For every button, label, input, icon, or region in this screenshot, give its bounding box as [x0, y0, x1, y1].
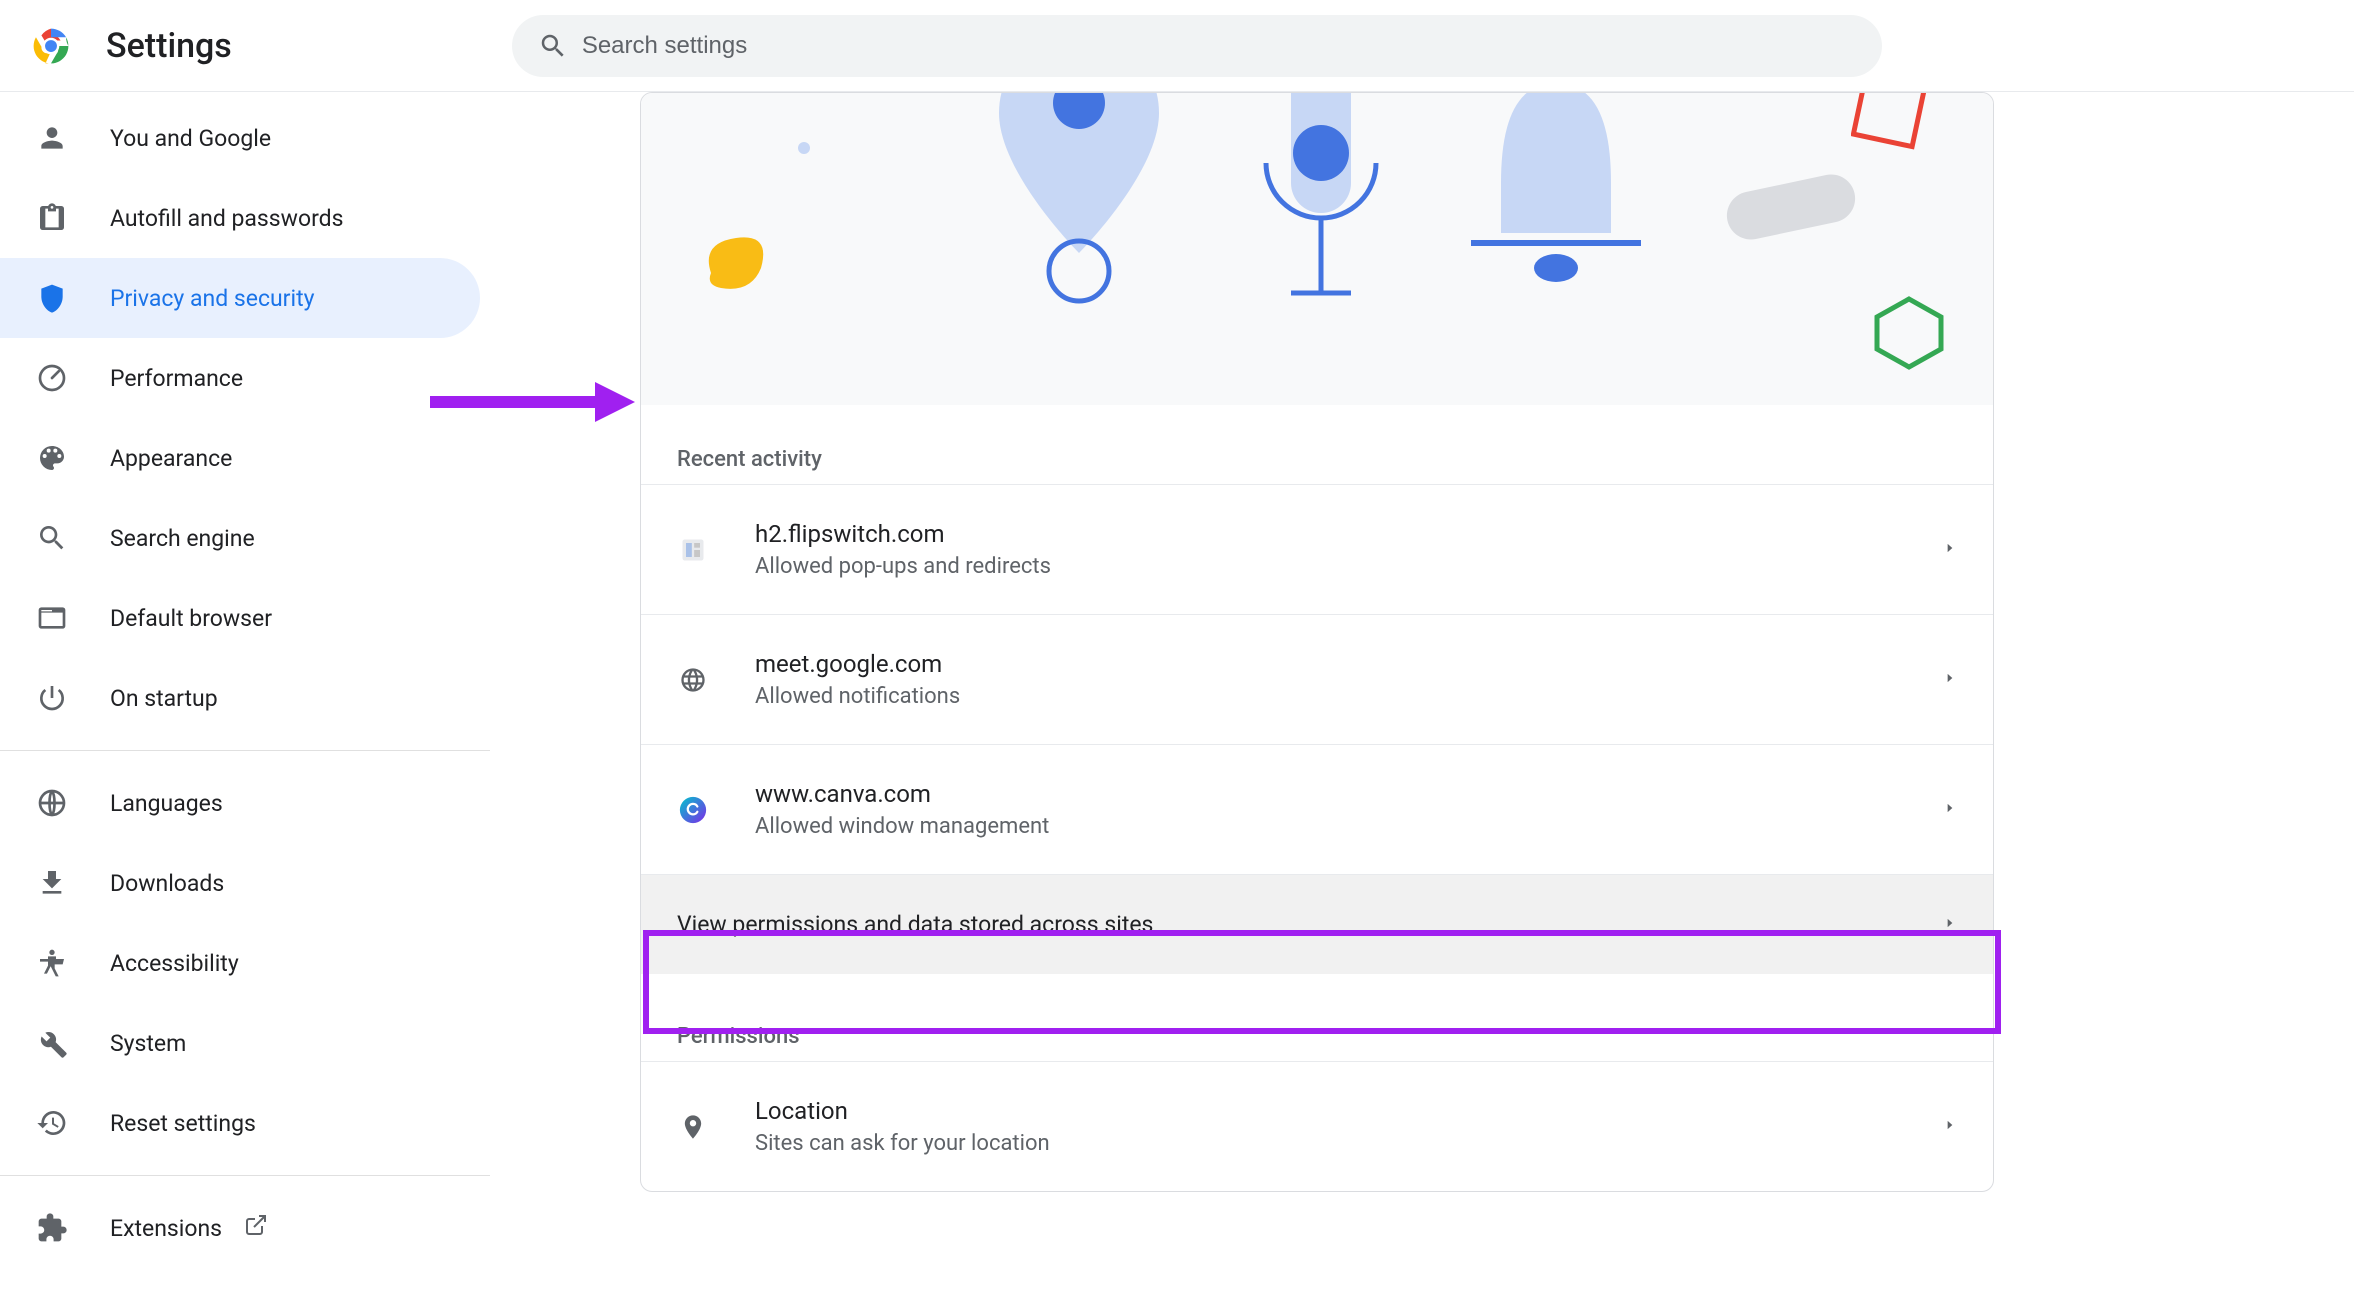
sidebar-item-label: Search engine [110, 525, 255, 552]
recent-site-name: h2.flipswitch.com [755, 520, 1923, 548]
header-bar: Settings [0, 0, 2354, 92]
search-container[interactable] [512, 15, 1882, 77]
sidebar-item-privacy-security[interactable]: Privacy and security [0, 258, 480, 338]
sidebar-item-autofill[interactable]: Autofill and passwords [0, 178, 480, 258]
sidebar-item-label: Accessibility [110, 950, 239, 977]
sidebar-item-downloads[interactable]: Downloads [0, 843, 480, 923]
page-title: Settings [106, 26, 232, 66]
power-icon [36, 682, 68, 714]
view-permissions-label: View permissions and data stored across … [677, 911, 1923, 938]
clipboard-icon [36, 202, 68, 234]
sidebar-item-label: Reset settings [110, 1110, 256, 1137]
sidebar-item-label: Appearance [110, 445, 232, 472]
recent-site-row[interactable]: www.canva.com Allowed window management [641, 744, 1993, 874]
search-icon [538, 31, 568, 61]
chrome-logo-icon [32, 27, 70, 65]
sidebar-item-label: System [110, 1030, 186, 1057]
canva-favicon-icon [677, 794, 709, 826]
sidebar-item-label: Languages [110, 790, 223, 817]
search-icon [36, 522, 68, 554]
globe-icon [36, 787, 68, 819]
chevron-right-icon [1943, 540, 1957, 559]
sidebar: You and Google Autofill and passwords Pr… [0, 92, 490, 1302]
chevron-right-icon [1943, 800, 1957, 819]
recent-activity-heading: Recent activity [641, 405, 1993, 484]
sidebar-item-label: Default browser [110, 605, 272, 632]
sidebar-item-languages[interactable]: Languages [0, 763, 480, 843]
sidebar-item-label: Downloads [110, 870, 224, 897]
shield-icon [36, 282, 68, 314]
sidebar-item-on-startup[interactable]: On startup [0, 658, 480, 738]
person-icon [36, 122, 68, 154]
chevron-right-icon [1943, 670, 1957, 689]
permission-title: Location [755, 1097, 1923, 1125]
recent-site-detail: Allowed window management [755, 814, 1923, 839]
recent-site-detail: Allowed pop-ups and redirects [755, 554, 1923, 579]
accessibility-icon [36, 947, 68, 979]
view-permissions-row[interactable]: View permissions and data stored across … [641, 874, 1993, 974]
sidebar-item-performance[interactable]: Performance [0, 338, 480, 418]
sidebar-item-label: You and Google [110, 125, 271, 152]
sidebar-item-label: Autofill and passwords [110, 205, 344, 232]
recent-site-name: meet.google.com [755, 650, 1923, 678]
permission-detail: Sites can ask for your location [755, 1131, 1923, 1156]
annotation-arrow [430, 372, 640, 432]
recent-site-detail: Allowed notifications [755, 684, 1923, 709]
chevron-right-icon [1943, 1117, 1957, 1136]
sidebar-item-you-and-google[interactable]: You and Google [0, 98, 480, 178]
extension-icon [36, 1212, 68, 1244]
permissions-heading: Permissions [641, 974, 1993, 1061]
sidebar-item-label: Privacy and security [110, 285, 314, 312]
recent-site-name: www.canva.com [755, 780, 1923, 808]
sidebar-item-appearance[interactable]: Appearance [0, 418, 480, 498]
history-icon [36, 1107, 68, 1139]
recent-site-row[interactable]: meet.google.com Allowed notifications [641, 614, 1993, 744]
sidebar-item-label: On startup [110, 685, 218, 712]
sidebar-item-search-engine[interactable]: Search engine [0, 498, 480, 578]
permission-row-location[interactable]: Location Sites can ask for your location [641, 1061, 1993, 1191]
sidebar-item-label: Performance [110, 365, 243, 392]
palette-icon [36, 442, 68, 474]
location-pin-icon [677, 1111, 709, 1143]
sidebar-item-default-browser[interactable]: Default browser [0, 578, 480, 658]
sidebar-item-extensions[interactable]: Extensions [0, 1188, 480, 1268]
sidebar-item-label: Extensions [110, 1215, 222, 1242]
sidebar-separator [0, 1175, 490, 1176]
open-external-icon [244, 1213, 268, 1243]
sidebar-item-system[interactable]: System [0, 1003, 480, 1083]
wrench-icon [36, 1027, 68, 1059]
sidebar-separator [0, 750, 490, 751]
main-content: Recent activity h2.flipswitch.com Allowe… [490, 92, 2354, 1302]
sidebar-item-reset-settings[interactable]: Reset settings [0, 1083, 480, 1163]
chevron-right-icon [1943, 915, 1957, 934]
site-favicon-icon [677, 534, 709, 566]
download-icon [36, 867, 68, 899]
search-input[interactable] [582, 32, 1856, 60]
browser-window-icon [36, 602, 68, 634]
hero-illustration [641, 93, 1993, 405]
globe-gray-icon [677, 664, 709, 696]
speedometer-icon [36, 362, 68, 394]
settings-card: Recent activity h2.flipswitch.com Allowe… [640, 92, 1994, 1192]
sidebar-item-accessibility[interactable]: Accessibility [0, 923, 480, 1003]
recent-site-row[interactable]: h2.flipswitch.com Allowed pop-ups and re… [641, 484, 1993, 614]
